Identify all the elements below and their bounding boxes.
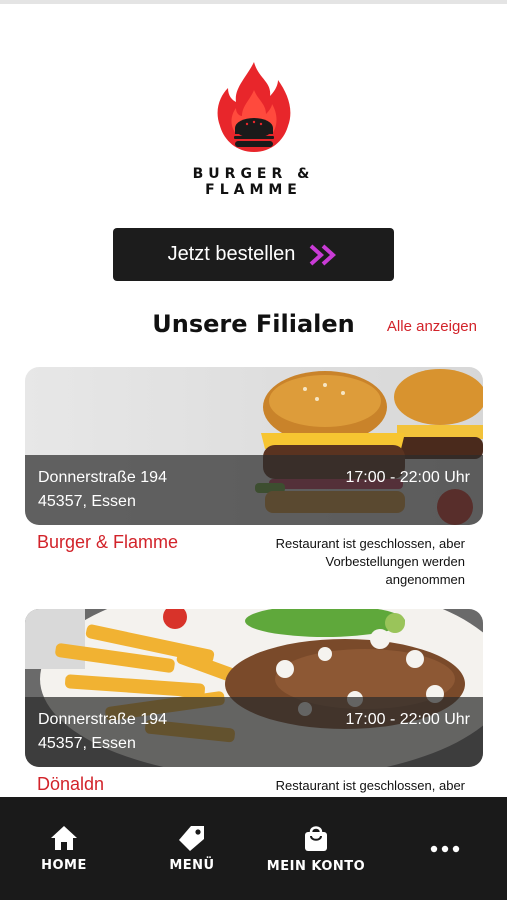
nav-menu[interactable]: MENÜ: [150, 797, 234, 900]
order-now-button[interactable]: Jetzt bestellen: [113, 228, 394, 281]
see-all-link[interactable]: Alle anzeigen: [387, 318, 477, 335]
branch-info-overlay: Donnerstraße 194 45357, Essen 17:00 - 22…: [25, 697, 483, 767]
branch-address-city: 45357, Essen: [38, 735, 136, 752]
branch-status: Restaurant ist geschlossen, aber Vorbest…: [275, 536, 465, 587]
shopping-bag-icon: [305, 826, 327, 851]
double-chevron-right-icon: [310, 244, 337, 265]
nav-home-label: HOME: [41, 858, 87, 873]
branch-address-street: Donnerstraße 194: [38, 711, 167, 728]
branch-hours: 17:00 - 22:00 Uhr: [345, 711, 470, 728]
nav-more[interactable]: [410, 797, 480, 900]
bottom-navigation: HOME MENÜ MEIN KONTO: [0, 797, 507, 900]
nav-home[interactable]: HOME: [22, 797, 106, 900]
flame-burger-icon: [217, 62, 291, 152]
home-icon: [51, 826, 77, 850]
branch-card[interactable]: Donnerstraße 194 45357, Essen 17:00 - 22…: [25, 367, 483, 525]
brand-logo: BURGER & FLAMME: [140, 60, 367, 198]
top-divider: [0, 0, 507, 4]
branch-info-overlay: Donnerstraße 194 45357, Essen 17:00 - 22…: [25, 455, 483, 525]
branch-status: Restaurant ist geschlossen, aber: [275, 778, 465, 793]
nav-account[interactable]: MEIN KONTO: [266, 797, 366, 900]
branch-card[interactable]: Donnerstraße 194 45357, Essen 17:00 - 22…: [25, 609, 483, 767]
branch-hours: 17:00 - 22:00 Uhr: [345, 469, 470, 486]
branch-name[interactable]: Burger & Flamme: [37, 532, 178, 553]
branch-address-street: Donnerstraße 194: [38, 469, 167, 486]
branch-address-city: 45357, Essen: [38, 493, 136, 510]
more-icon: [430, 845, 460, 852]
order-now-label: Jetzt bestellen: [167, 243, 296, 265]
tag-icon: [179, 826, 204, 851]
branch-name[interactable]: Dönaldn: [37, 774, 104, 795]
brand-name: BURGER & FLAMME: [192, 166, 315, 198]
nav-account-label: MEIN KONTO: [266, 859, 366, 874]
nav-menu-label: MENÜ: [169, 858, 215, 873]
